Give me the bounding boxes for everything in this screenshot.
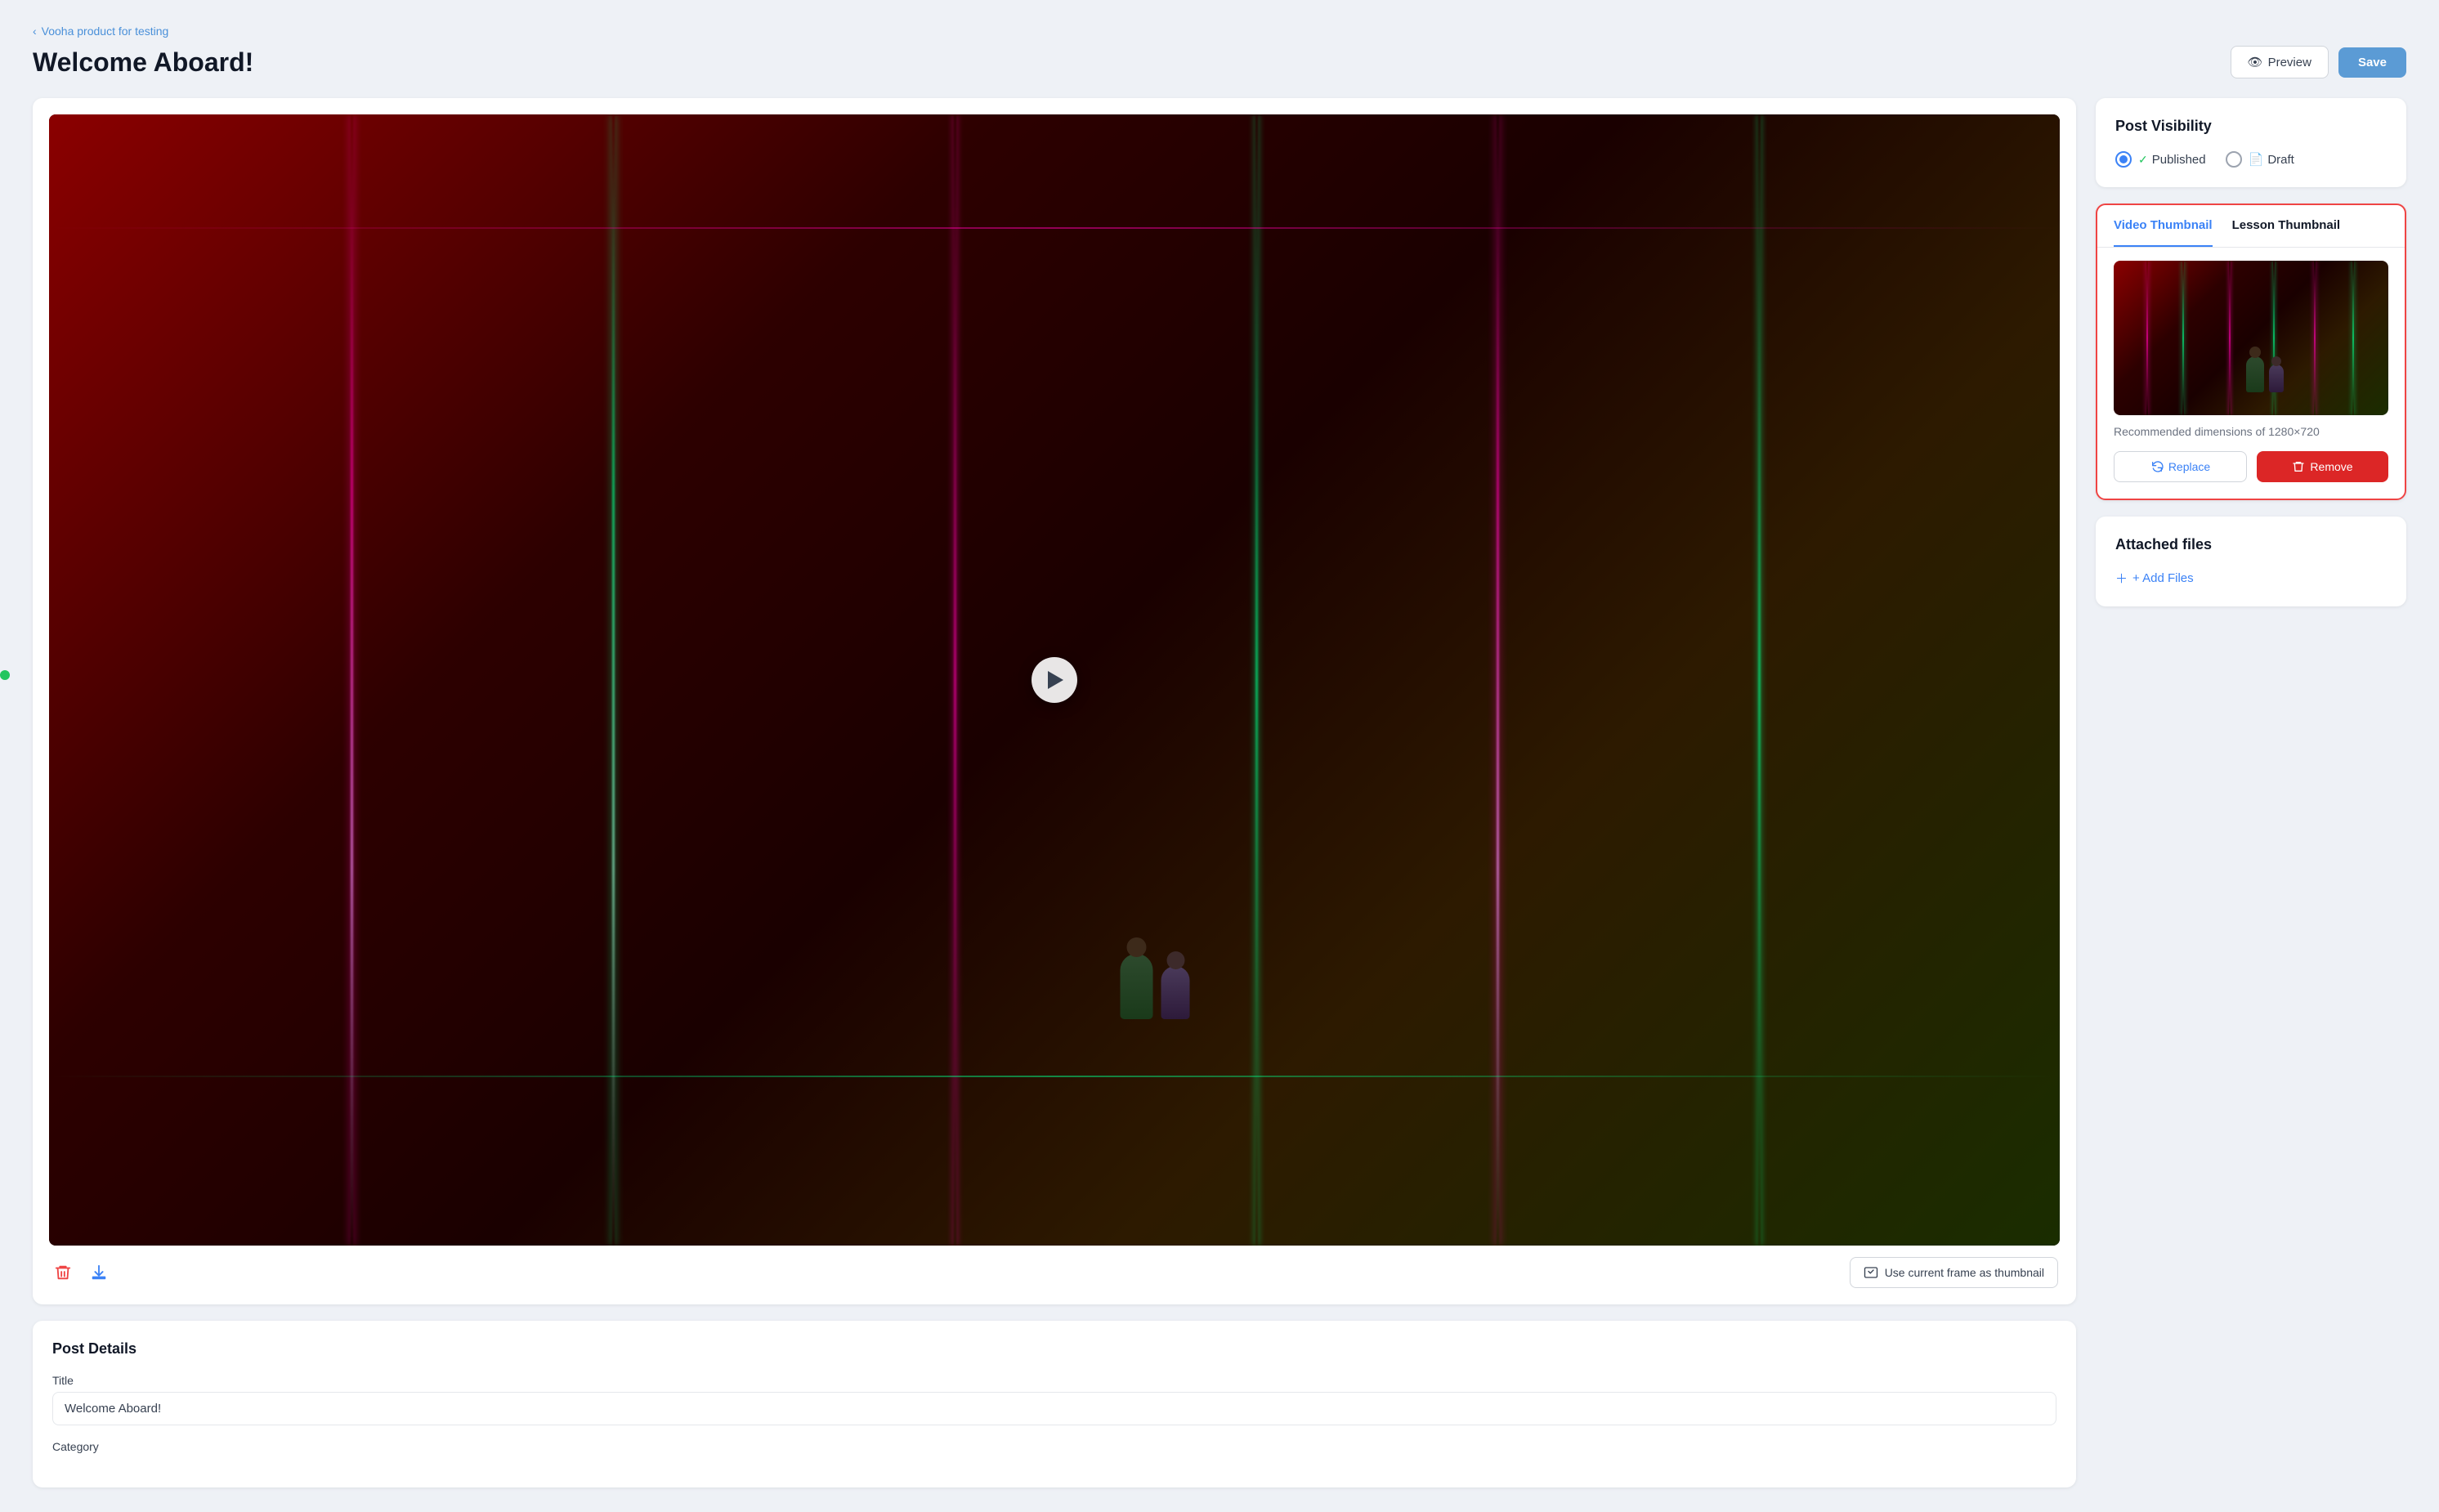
replace-thumbnail-button[interactable]: Replace [2114,451,2247,482]
use-current-frame-button[interactable]: Use current frame as thumbnail [1850,1257,2058,1288]
thumbnail-card: Video Thumbnail Lesson Thumbnail [2096,204,2406,500]
thumbnail-actions: Replace Remove [2114,451,2388,482]
thumbnail-preview [2114,261,2388,415]
category-form-group: Category [52,1440,2056,1453]
breadcrumb-arrow: ‹ [33,25,37,38]
post-details-title: Post Details [52,1340,2056,1358]
draft-icon: 📄 [2249,152,2264,167]
video-actions: Use current frame as thumbnail [49,1257,2060,1288]
thumb-neon-1 [2146,261,2148,415]
draft-option[interactable]: 📄 Draft [2226,151,2294,168]
neon-line-h2 [49,1076,2060,1077]
post-details-card: Post Details Title Category [33,1321,2076,1487]
frame-icon [1864,1265,1878,1280]
visibility-card: Post Visibility ✓ Published 📄 Draft [2096,98,2406,187]
people-silhouette [1121,954,1190,1019]
neon-line-h1 [49,227,2060,229]
replace-icon [2150,460,2164,473]
rec-dimensions: Recommended dimensions of 1280×720 [2114,425,2388,438]
plus-icon: ＋ [2115,570,2128,587]
published-option[interactable]: ✓ Published [2115,151,2206,168]
tab-video-thumbnail[interactable]: Video Thumbnail [2114,205,2213,247]
trash-remove-icon [2292,460,2305,473]
draft-radio[interactable] [2226,151,2242,168]
play-button[interactable] [1032,657,1077,703]
add-files-button[interactable]: ＋ + Add Files [2115,570,2194,587]
published-label: ✓ Published [2138,153,2206,167]
eye-icon: 👁 [2248,55,2263,69]
thumb-neon-5 [2314,261,2316,415]
page-header: Welcome Aboard! 👁 Preview Save [33,46,2406,78]
video-wrapper: ▶ 00:00 / 00:08 🔊 ⚙ ⛶ ⛶ [49,114,2060,1246]
published-radio[interactable] [2115,151,2132,168]
video-card: ▶ 00:00 / 00:08 🔊 ⚙ ⛶ ⛶ [33,98,2076,1304]
trash-icon [54,1264,72,1282]
thumb-neon-6 [2352,261,2354,415]
preview-button[interactable]: 👁 Preview [2231,46,2329,78]
breadcrumb-label: Vooha product for testing [42,25,169,38]
thumb-person-1 [2246,356,2264,392]
play-icon [1048,671,1063,689]
left-column: ▶ 00:00 / 00:08 🔊 ⚙ ⛶ ⛶ [33,98,2076,1487]
delete-video-button[interactable] [51,1260,75,1285]
download-icon [90,1264,108,1282]
title-input[interactable] [52,1392,2056,1425]
header-actions: 👁 Preview Save [2231,46,2406,78]
thumbnail-body: Recommended dimensions of 1280×720 Repla… [2097,248,2405,499]
right-column: Post Visibility ✓ Published 📄 Draft [2096,98,2406,606]
tab-lesson-thumbnail[interactable]: Lesson Thumbnail [2232,205,2341,247]
video-action-left [51,1260,111,1285]
remove-thumbnail-button[interactable]: Remove [2257,451,2388,482]
published-radio-dot [2119,155,2128,163]
visibility-options: ✓ Published 📄 Draft [2115,151,2387,168]
visibility-title: Post Visibility [2115,118,2387,135]
category-label: Category [52,1440,2056,1453]
attached-files-card: Attached files ＋ + Add Files [2096,517,2406,606]
person-2 [1161,966,1190,1019]
download-video-button[interactable] [87,1260,111,1285]
thumb-neon-3 [2229,261,2231,415]
thumb-person-2 [2269,365,2284,392]
attached-files-title: Attached files [2115,536,2387,553]
person-1 [1121,954,1153,1019]
sidebar-indicator [0,670,10,680]
check-icon: ✓ [2138,153,2148,167]
main-layout: ▶ 00:00 / 00:08 🔊 ⚙ ⛶ ⛶ [33,98,2406,1487]
breadcrumb[interactable]: ‹ Vooha product for testing [33,25,2406,38]
page-title: Welcome Aboard! [33,47,253,78]
save-button[interactable]: Save [2338,47,2406,78]
title-form-group: Title [52,1374,2056,1425]
title-label: Title [52,1374,2056,1387]
thumb-people [2246,356,2284,392]
thumbnail-tabs: Video Thumbnail Lesson Thumbnail [2097,205,2405,248]
thumb-neon-2 [2182,261,2184,415]
draft-label: 📄 Draft [2249,152,2294,167]
